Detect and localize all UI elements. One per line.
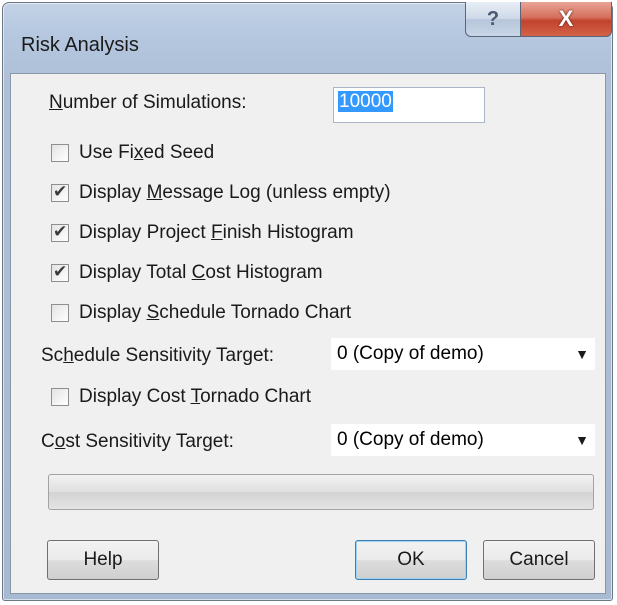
display-message-log-checkbox[interactable]: Display Message Log (unless empty) bbox=[51, 179, 391, 207]
display-cost-tornado-checkbox[interactable]: Display Cost Tornado Chart bbox=[51, 383, 311, 411]
chevron-down-icon: ▼ bbox=[575, 346, 589, 362]
simulations-label: Number of Simulations: bbox=[49, 92, 247, 113]
ok-button-label: OK bbox=[397, 549, 425, 570]
schedule-target-value: 0 (Copy of demo) bbox=[337, 343, 484, 364]
simulation-progress-bar bbox=[48, 474, 594, 510]
title-close-button[interactable]: X bbox=[520, 2, 612, 37]
cost-target-value: 0 (Copy of demo) bbox=[337, 429, 484, 450]
cancel-button[interactable]: Cancel bbox=[483, 540, 595, 580]
checkbox-label: Display Schedule Tornado Chart bbox=[79, 302, 352, 323]
chevron-down-icon: ▼ bbox=[575, 432, 589, 448]
checkbox-box bbox=[51, 144, 69, 162]
schedule-target-label: Schedule Sensitivity Target: bbox=[41, 345, 275, 366]
dialog-body: Number of Simulations: 10000 Use Fixed S… bbox=[10, 73, 606, 594]
checkbox-label: Use Fixed Seed bbox=[79, 142, 215, 163]
simulations-input[interactable]: 10000 bbox=[333, 87, 485, 123]
checkmark-icon bbox=[51, 222, 69, 242]
checkmark-icon bbox=[51, 182, 69, 202]
checkbox-box bbox=[51, 304, 69, 322]
risk-analysis-dialog: Risk Analysis ? X Number of Simulations:… bbox=[2, 2, 613, 601]
checkmark-icon bbox=[51, 262, 69, 282]
simulations-value: 10000 bbox=[338, 91, 393, 112]
checkbox-label: Display Total Cost Histogram bbox=[79, 262, 323, 283]
cost-target-dropdown[interactable]: 0 (Copy of demo) ▼ bbox=[331, 424, 595, 456]
title-help-button[interactable]: ? bbox=[465, 2, 521, 37]
display-schedule-tornado-checkbox[interactable]: Display Schedule Tornado Chart bbox=[51, 299, 351, 327]
checkbox-label: Display Project Finish Histogram bbox=[79, 222, 354, 243]
checkbox-label: Display Cost Tornado Chart bbox=[79, 386, 311, 407]
question-icon: ? bbox=[486, 7, 500, 30]
schedule-target-dropdown[interactable]: 0 (Copy of demo) ▼ bbox=[331, 338, 595, 370]
help-button-label: Help bbox=[83, 549, 123, 570]
window-title: Risk Analysis bbox=[21, 34, 139, 56]
close-icon: X bbox=[558, 6, 574, 31]
use-fixed-seed-checkbox[interactable]: Use Fixed Seed bbox=[51, 139, 214, 167]
checkbox-box bbox=[51, 388, 69, 406]
display-cost-histogram-checkbox[interactable]: Display Total Cost Histogram bbox=[51, 259, 323, 287]
cancel-button-label: Cancel bbox=[509, 549, 569, 570]
checkbox-label: Display Message Log (unless empty) bbox=[79, 182, 391, 203]
ok-button[interactable]: OK bbox=[355, 540, 467, 580]
cost-target-label: Cost Sensitivity Target: bbox=[41, 431, 234, 452]
display-finish-histogram-checkbox[interactable]: Display Project Finish Histogram bbox=[51, 219, 354, 247]
help-button[interactable]: Help bbox=[47, 540, 159, 580]
